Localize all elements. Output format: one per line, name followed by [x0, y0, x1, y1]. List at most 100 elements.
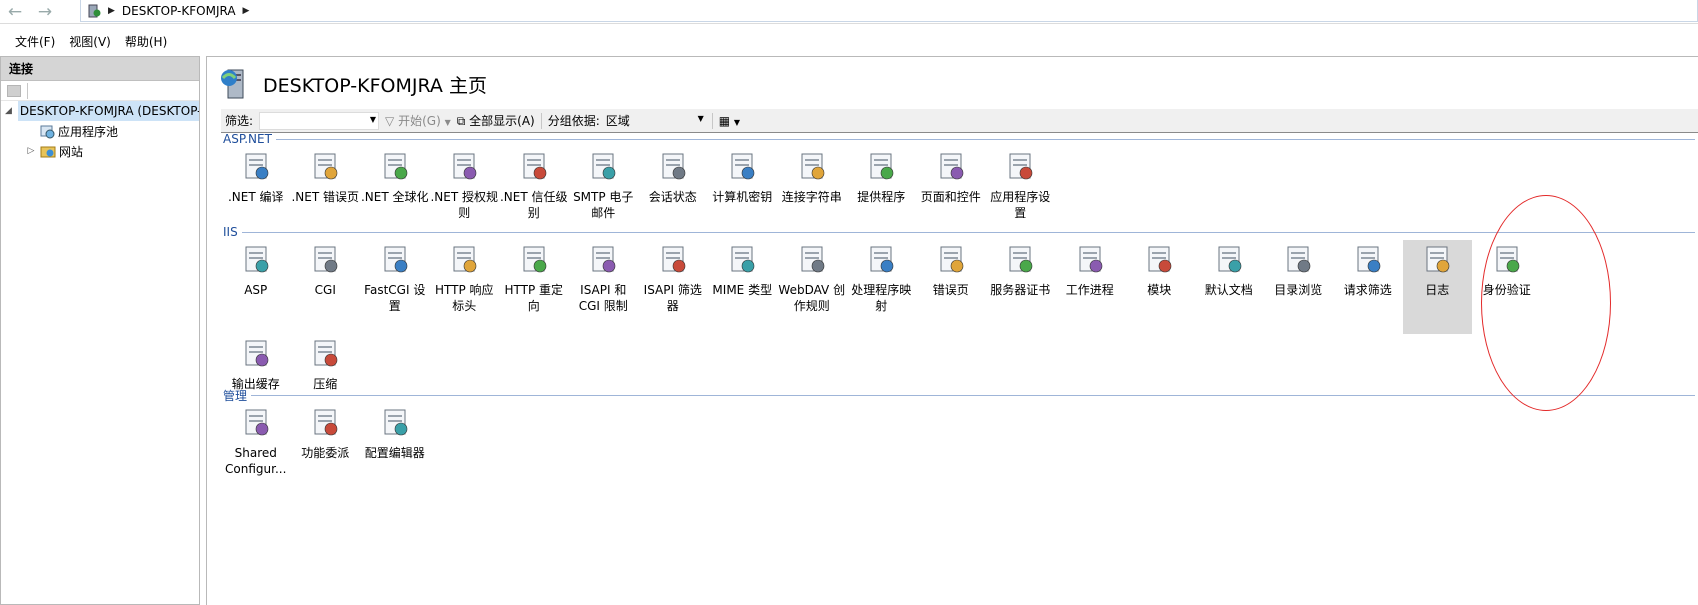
tree-item-server[interactable]: ◢ DESKTOP-KFOMJRA (DESKTOP-KFOMJRA\	[1, 101, 199, 121]
menu-view[interactable]: 视图(V)	[62, 31, 118, 52]
feature-label: HTTP 重定向	[504, 283, 564, 313]
feature-label: HTTP 响应标头	[434, 283, 494, 313]
filter-input[interactable]: ▼	[259, 111, 380, 130]
feature-asp[interactable]: ASP	[221, 240, 291, 334]
directory-browse-icon	[1287, 246, 1311, 273]
feature-label: 模块	[1147, 283, 1172, 297]
feature-delegation[interactable]: 功能委派	[291, 403, 361, 497]
feature-label: .NET 错误页	[291, 190, 360, 204]
filter-divider	[540, 112, 542, 129]
feature-label: FastCGI 设置	[364, 283, 426, 313]
server-home-icon	[221, 69, 244, 99]
expand-chevron-icon[interactable]: ▷	[25, 146, 37, 156]
tree-item-app-pools[interactable]: 应用程序池	[1, 121, 199, 141]
content-pane: DESKTOP-KFOMJRA 主页 筛选: ▼ ▽ 开始(G) ▼ ⧉ 全部显…	[206, 56, 1698, 605]
menu-bar: 文件(F) 视图(V) 帮助(H)	[0, 30, 1698, 52]
feature-label: ASP	[244, 283, 268, 297]
address-bar: ← → ▶ DESKTOP-KFOMJRA ▶	[0, 0, 1698, 24]
expand-chevron-icon[interactable]: ◢	[5, 106, 12, 116]
feature-label: CGI	[314, 283, 336, 297]
dropdown-arrow-icon[interactable]: ▼	[370, 115, 376, 124]
section-management[interactable]: 管理 ▲	[223, 387, 1695, 403]
request-filter-icon	[1357, 246, 1381, 273]
feature-default-doc[interactable]: 默认文档	[1194, 240, 1264, 334]
net-error-page-icon	[314, 153, 338, 180]
feature-label: 计算机密钥	[712, 190, 773, 204]
feature-label: .NET 信任级别	[499, 190, 568, 220]
address-box[interactable]: ▶ DESKTOP-KFOMJRA ▶	[80, 0, 1698, 22]
feature-http-headers[interactable]: HTTP 响应标头	[430, 240, 500, 334]
dropdown-arrow-icon[interactable]: ▼	[698, 114, 704, 123]
group-by-select[interactable]: 区域 ▼	[606, 112, 706, 130]
feature-label: 处理程序映射	[851, 283, 912, 313]
feature-fastcgi[interactable]: FastCGI 设置	[360, 240, 430, 334]
feature-label: .NET 全球化	[360, 190, 429, 204]
delegation-icon	[314, 409, 338, 436]
connection-string-icon	[801, 153, 825, 180]
globe-icon	[384, 153, 408, 180]
feature-directory-browse[interactable]: 目录浏览	[1264, 240, 1334, 334]
feature-shared-config[interactable]: Shared Configur...	[221, 403, 291, 497]
section-iis[interactable]: IIS ▲	[223, 224, 1695, 240]
output-cache-icon	[245, 340, 269, 367]
tree-item-sites[interactable]: ▷ 网站	[1, 141, 199, 161]
feature-error-page[interactable]: 错误页	[916, 240, 986, 334]
feature-label: 页面和控件	[920, 190, 981, 204]
feature-label: 配置编辑器	[364, 446, 425, 460]
net-compile-icon	[245, 153, 269, 180]
feature-request-filter[interactable]: 请求筛选	[1333, 240, 1403, 334]
feature-label: 错误页	[932, 283, 969, 297]
connections-header: 连接	[1, 57, 199, 81]
feature-label: 日志	[1425, 283, 1450, 297]
breadcrumb-host[interactable]: DESKTOP-KFOMJRA	[122, 4, 236, 18]
feature-certificate[interactable]: 服务器证书	[986, 240, 1056, 334]
feature-modules[interactable]: 模块	[1125, 240, 1195, 334]
feature-label: 应用程序设置	[990, 190, 1051, 220]
providers-icon	[870, 153, 894, 180]
feature-label: 默认文档	[1204, 283, 1253, 297]
feature-logging[interactable]: 日志	[1402, 240, 1472, 334]
modules-icon	[1148, 246, 1172, 273]
feature-label: SMTP 电子邮件	[573, 190, 634, 220]
show-all-label: 全部显示(A)	[469, 114, 535, 128]
show-all-button[interactable]: ⧉ 全部显示(A)	[457, 112, 535, 129]
start-filter-button[interactable]: ▽ 开始(G) ▼	[385, 112, 451, 129]
feature-isapi-filter[interactable]: ISAPI 筛选器	[638, 240, 708, 334]
filter-label: 筛选:	[225, 114, 254, 128]
group-by-label: 分组依据:	[547, 114, 600, 128]
machine-key-icon	[731, 153, 755, 180]
feature-label: .NET 编译	[227, 190, 284, 204]
filter-divider	[711, 112, 713, 129]
feature-cgi[interactable]: CGI	[291, 240, 361, 334]
feature-http-redirect[interactable]: HTTP 重定向	[499, 240, 569, 334]
breadcrumb-separator[interactable]: ▶	[243, 6, 250, 16]
feature-config-editor[interactable]: 配置编辑器	[360, 403, 430, 497]
forward-button[interactable]: →	[30, 1, 60, 23]
compression-icon	[314, 340, 338, 367]
menu-help[interactable]: 帮助(H)	[118, 31, 174, 52]
connect-icon[interactable]	[7, 84, 21, 97]
annotation-circle	[1481, 195, 1611, 411]
section-label: ASP.NET	[223, 132, 272, 146]
session-state-icon	[662, 153, 686, 180]
tree-item-label: 应用程序池	[58, 124, 119, 139]
breadcrumb-separator: ▶	[108, 5, 115, 16]
feature-label: WebDAV 创作规则	[778, 283, 846, 313]
feature-handler-mapping[interactable]: 处理程序映射	[847, 240, 917, 334]
back-button[interactable]: ←	[0, 1, 30, 23]
view-mode-icon[interactable]: ▦ ▼	[719, 114, 740, 128]
tree-item-label: DESKTOP-KFOMJRA (DESKTOP-KFOMJRA\	[17, 101, 199, 121]
app-settings-icon	[1009, 153, 1033, 180]
feature-label: .NET 授权规则	[430, 190, 499, 220]
start-label: 开始(G)	[398, 114, 441, 128]
feature-mime[interactable]: MIME 类型	[708, 240, 778, 334]
feature-label: Shared Configur...	[225, 446, 287, 476]
feature-label: 工作进程	[1065, 283, 1114, 297]
feature-worker-process[interactable]: 工作进程	[1055, 240, 1125, 334]
section-aspnet[interactable]: ASP.NET ▲	[223, 131, 1695, 147]
menu-file[interactable]: 文件(F)	[8, 31, 62, 52]
section-label: 管理	[223, 388, 248, 403]
feature-webdav[interactable]: WebDAV 创作规则	[777, 240, 847, 334]
handler-mapping-icon	[870, 246, 894, 273]
feature-isapi-cgi[interactable]: ISAPI 和 CGI 限制	[569, 240, 639, 334]
